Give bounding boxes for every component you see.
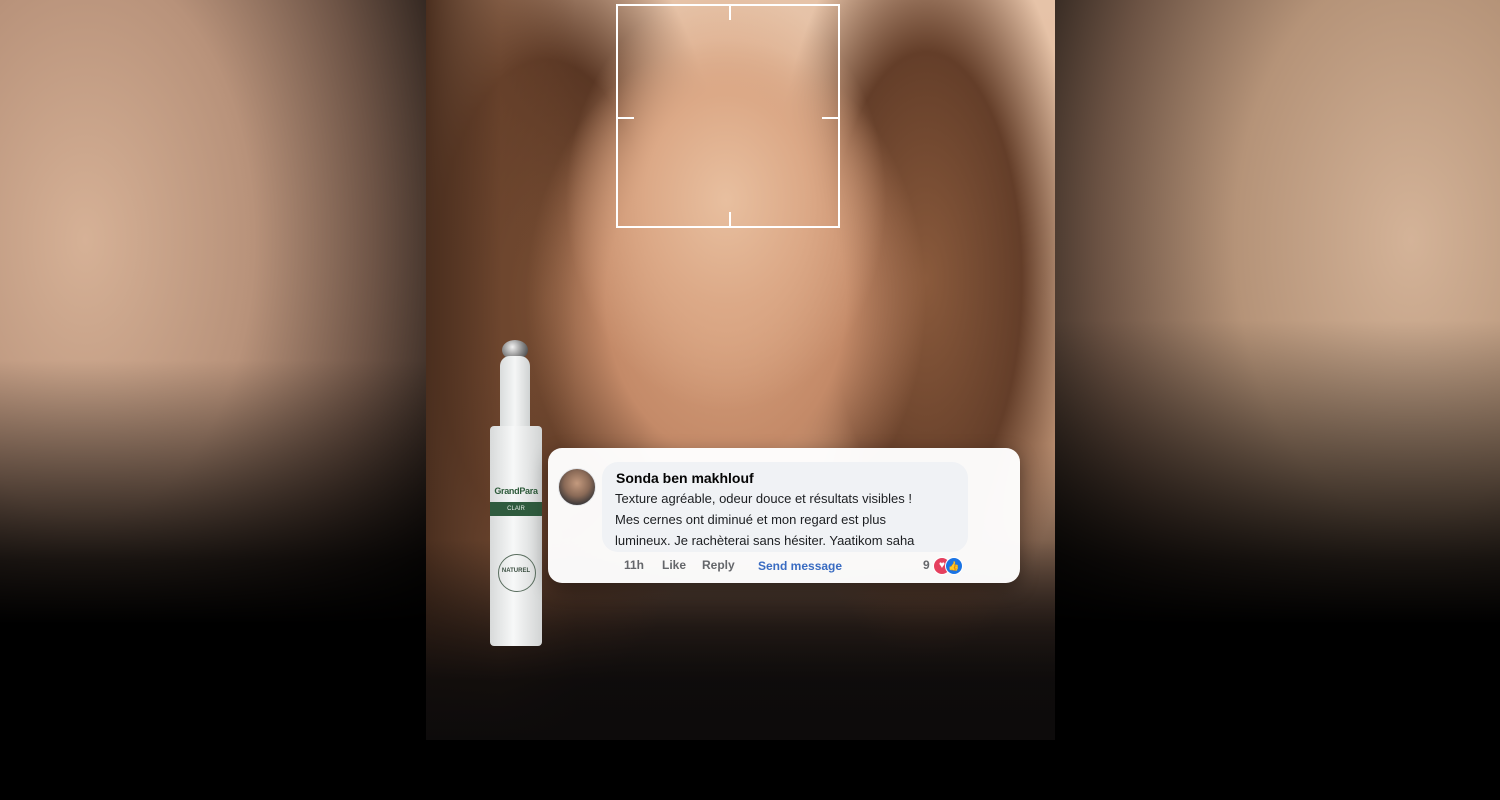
avatar[interactable] xyxy=(558,468,596,506)
comment-text-line: lumineux. Je rachèterai sans hésiter. Ya… xyxy=(615,533,915,548)
comment-bubble: Sonda ben makhlouf Texture agréable, ode… xyxy=(602,462,968,552)
comment-author[interactable]: Sonda ben makhlouf xyxy=(616,470,754,486)
reticle-tick-top xyxy=(729,6,731,20)
tube-body: GrandPara CLAIR NATUREL xyxy=(490,426,542,646)
ad-stage: GrandPara CLAIR NATUREL Sonda ben makhlo… xyxy=(0,0,1500,800)
blurred-background-left xyxy=(0,0,426,800)
comment-timestamp[interactable]: 11h xyxy=(624,558,644,572)
eye-serum-roller-tube: GrandPara CLAIR NATUREL xyxy=(488,338,548,650)
tube-neck xyxy=(500,356,530,428)
reply-button[interactable]: Reply xyxy=(702,558,735,572)
reticle-tick-right xyxy=(822,117,838,119)
reaction-count: 9 xyxy=(923,558,930,572)
comment-text-line: Texture agréable, odeur douce et résulta… xyxy=(615,491,913,506)
comment-text: Texture agréable, odeur douce et résulta… xyxy=(615,488,961,551)
product-brand-label: GrandPara xyxy=(494,486,538,496)
eye-focus-reticle xyxy=(616,4,840,228)
comment-text-line: Mes cernes ont diminué et mon regard est… xyxy=(615,512,886,527)
reticle-tick-left xyxy=(618,117,634,119)
product-band-label: CLAIR xyxy=(490,502,542,516)
comment-card: Sonda ben makhlouf Texture agréable, ode… xyxy=(548,448,1020,583)
like-icon: 👍 xyxy=(945,557,963,575)
product-seal-label: NATUREL xyxy=(501,568,531,574)
send-message-button[interactable]: Send message xyxy=(758,559,842,573)
blurred-background-right xyxy=(1055,0,1500,800)
like-button[interactable]: Like xyxy=(662,558,686,572)
reticle-tick-bottom xyxy=(729,212,731,226)
